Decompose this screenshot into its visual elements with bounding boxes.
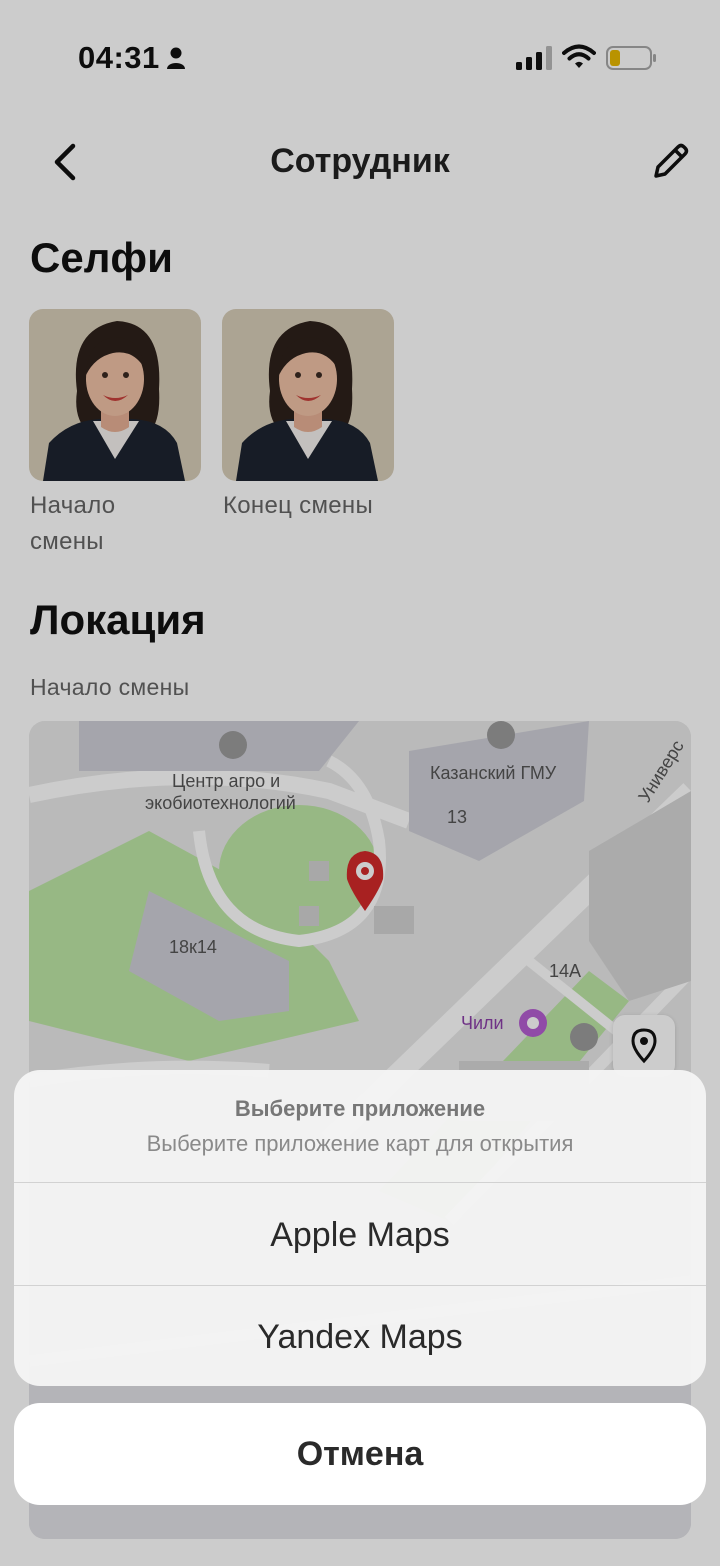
apple-maps-button[interactable]: Apple Maps [14, 1184, 706, 1286]
cancel-button[interactable]: Отмена [14, 1403, 706, 1505]
yandex-maps-button[interactable]: Yandex Maps [14, 1286, 706, 1386]
action-sheet-title: Выберите приложение [234, 1096, 486, 1121]
action-sheet-divider [14, 1182, 706, 1183]
action-sheet-message: Выберите приложение карт для открытия [146, 1131, 574, 1156]
employee-screen: 04:31 Сотрудник Селфи Начало смены Конец… [0, 0, 720, 1566]
map-app-action-sheet: Выберите приложение Выберите приложение … [14, 1070, 706, 1386]
